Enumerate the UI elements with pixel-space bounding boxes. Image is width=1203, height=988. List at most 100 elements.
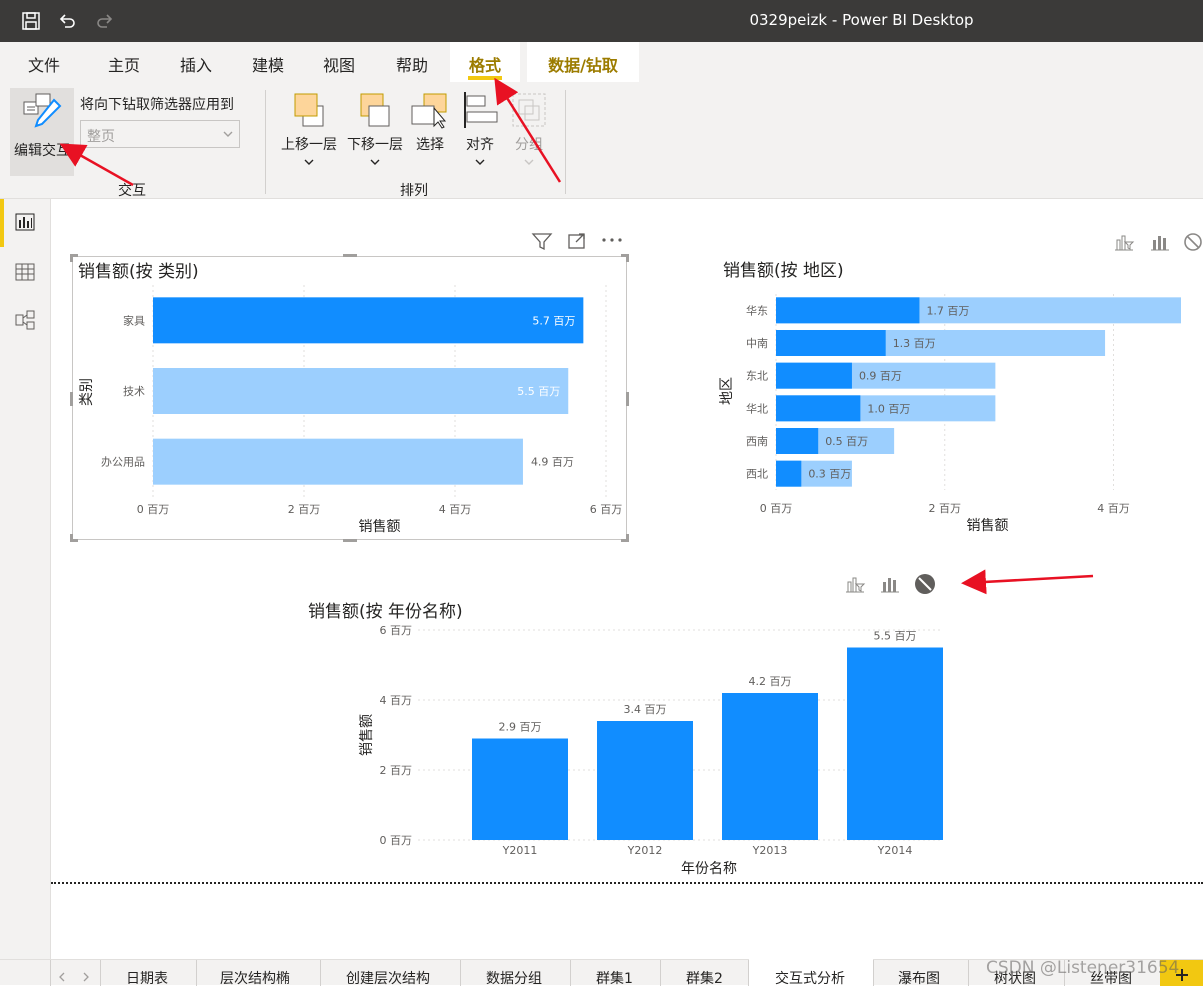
divider xyxy=(320,960,321,986)
tab-home[interactable]: 主页 xyxy=(108,52,140,76)
y-tick-label: 4 百万 xyxy=(380,694,413,707)
ribbon-separator xyxy=(265,90,266,194)
resize-handle[interactable] xyxy=(343,254,357,257)
drill-filter-label: 将向下钻取筛选器应用到 xyxy=(80,97,234,113)
resize-handle[interactable] xyxy=(621,254,629,262)
watermark: CSDN @Listener31654 xyxy=(986,958,1180,978)
y-tick-label: 华北 xyxy=(746,401,768,415)
page-tab-cluster2[interactable]: 群集2 xyxy=(686,968,723,988)
filter-icon[interactable] xyxy=(531,231,553,251)
x-tick-label: Y2011 xyxy=(502,844,538,857)
y-axis-title: 地区 xyxy=(719,377,735,405)
bar-highlight xyxy=(776,460,802,487)
chevron-down-icon xyxy=(475,159,485,165)
highlight-interaction-icon[interactable] xyxy=(879,574,901,594)
drill-filter-select: 整页 xyxy=(80,120,240,148)
tab-format[interactable]: 格式 xyxy=(450,42,520,82)
y-tick-label: 0 百万 xyxy=(380,834,413,847)
divider xyxy=(660,960,661,986)
group-label: 分组 xyxy=(515,137,543,153)
bar-chart-category: 0 百万 2 百万 4 百万 6 百万 家具 5.7 百万技术 5.5 百万办公用品 4.9 … xyxy=(79,285,623,535)
resize-handle[interactable] xyxy=(70,254,78,262)
no-interaction-icon-selected[interactable] xyxy=(914,573,936,595)
focus-mode-icon[interactable] xyxy=(567,232,587,250)
send-backward-button[interactable]: 下移一层 xyxy=(344,90,406,170)
data-label: 3.4 百万 xyxy=(624,703,667,716)
model-view-icon[interactable] xyxy=(14,309,38,333)
resize-handle[interactable] xyxy=(621,534,629,542)
x-axis-title: 销售额 xyxy=(359,519,401,535)
resize-handle[interactable] xyxy=(343,539,357,542)
bar-highlight xyxy=(776,297,920,324)
tab-data-drill-label: 数据/钻取 xyxy=(548,56,618,75)
data-view-icon[interactable] xyxy=(14,261,38,285)
data-label: 0.5 百万 xyxy=(825,435,868,448)
data-label: 5.5 百万 xyxy=(874,630,917,643)
page-tab-create-hierarchy[interactable]: 创建层次结构 xyxy=(346,968,430,988)
visual-category[interactable]: 销售额(按 类别) 0 百万 2 百万 4 百万 6 百万 家具 5.7 百万 技术 5.5 … xyxy=(70,254,629,542)
drill-filter-value: 整页 xyxy=(87,129,115,145)
page-tab-hierarchy-ellipse[interactable]: 层次结构椭 xyxy=(220,968,290,988)
divider xyxy=(50,960,51,986)
bar-chart-region: 0 百万 2 百万 4 百万 华东 1.7 百万中南 1.3 百万东北 0.9 百万华北 1.… xyxy=(719,294,1181,534)
bar xyxy=(153,438,523,485)
page-tab-interactive-analysis[interactable]: 交互式分析 xyxy=(749,958,873,987)
x-tick-label: 2 百万 xyxy=(288,503,321,516)
report-view-icon[interactable] xyxy=(14,211,38,235)
page-tab-data-grouping[interactable]: 数据分组 xyxy=(486,968,542,988)
page-tab-waterfall[interactable]: 瀑布图 xyxy=(898,968,940,988)
column xyxy=(722,693,818,840)
x-tick-label: 4 百万 xyxy=(439,503,472,516)
align-button[interactable]: 对齐 xyxy=(458,90,502,170)
select-button[interactable]: 选择 xyxy=(410,90,450,154)
chevron-down-icon xyxy=(370,159,380,165)
data-label: 4.2 百万 xyxy=(749,675,792,688)
active-tab-indicator xyxy=(468,76,502,80)
tab-help[interactable]: 帮助 xyxy=(396,52,428,76)
divider xyxy=(968,960,969,986)
bring-forward-button[interactable]: 上移一层 xyxy=(278,90,340,170)
chevron-left-icon[interactable] xyxy=(58,972,66,982)
divider xyxy=(100,960,101,986)
chevron-right-icon[interactable] xyxy=(82,972,90,982)
tab-format-label: 格式 xyxy=(468,56,501,75)
page-tab-date-table[interactable]: 日期表 xyxy=(126,968,168,988)
x-tick-label: 6 百万 xyxy=(590,503,623,516)
divider xyxy=(196,960,197,986)
data-label: 4.9 百万 xyxy=(531,456,574,469)
y-tick-label: 6 百万 xyxy=(380,624,413,637)
tab-file[interactable]: 文件 xyxy=(28,52,60,76)
align-label: 对齐 xyxy=(466,137,494,153)
y-tick-label: 华东 xyxy=(746,303,768,317)
tab-modeling[interactable]: 建模 xyxy=(252,52,284,76)
filter-interaction-icon[interactable] xyxy=(844,574,866,594)
resize-handle[interactable] xyxy=(626,392,629,406)
x-axis-title: 年份名称 xyxy=(681,861,737,877)
x-axis-title: 销售额 xyxy=(967,518,1009,534)
tab-view[interactable]: 视图 xyxy=(323,52,355,76)
highlight-interaction-icon[interactable] xyxy=(1149,232,1171,252)
chevron-down-icon xyxy=(223,131,233,137)
more-options-icon[interactable] xyxy=(601,237,623,243)
x-tick-label: 4 百万 xyxy=(1097,502,1130,515)
tab-data-drill[interactable]: 数据/钻取 xyxy=(527,42,639,82)
ribbon-tabs: 文件 主页 插入 建模 视图 帮助 格式 数据/钻取 xyxy=(0,42,1203,82)
no-interaction-icon[interactable] xyxy=(1183,232,1203,252)
resize-handle[interactable] xyxy=(70,392,73,406)
group-icon xyxy=(512,93,546,127)
resize-handle[interactable] xyxy=(70,534,78,542)
edit-interactions-button[interactable]: 编辑交互 xyxy=(10,88,74,176)
send-backward-icon xyxy=(360,93,390,127)
bar xyxy=(153,297,584,344)
align-icon xyxy=(464,92,498,128)
select-label: 选择 xyxy=(416,137,444,153)
page-tab-cluster1[interactable]: 群集1 xyxy=(596,968,633,988)
visual-year[interactable]: 销售额(按 年份名称) 0 百万 2 百万 4 百万 6 百万 2.9 百万 Y2011 3… xyxy=(301,597,951,882)
edit-interactions-label: 编辑交互 xyxy=(14,143,70,159)
visual-region[interactable]: 销售额(按 地区) 0 百万 2 百万 4 百万 华东 1.7 百万 中南 1.3 百万 东北… xyxy=(719,256,1203,540)
tab-insert[interactable]: 插入 xyxy=(180,52,212,76)
filter-interaction-icon[interactable] xyxy=(1113,232,1135,252)
y-axis-title: 类别 xyxy=(79,378,95,406)
data-label: 5.5 百万 xyxy=(517,385,560,398)
divider xyxy=(873,960,874,986)
